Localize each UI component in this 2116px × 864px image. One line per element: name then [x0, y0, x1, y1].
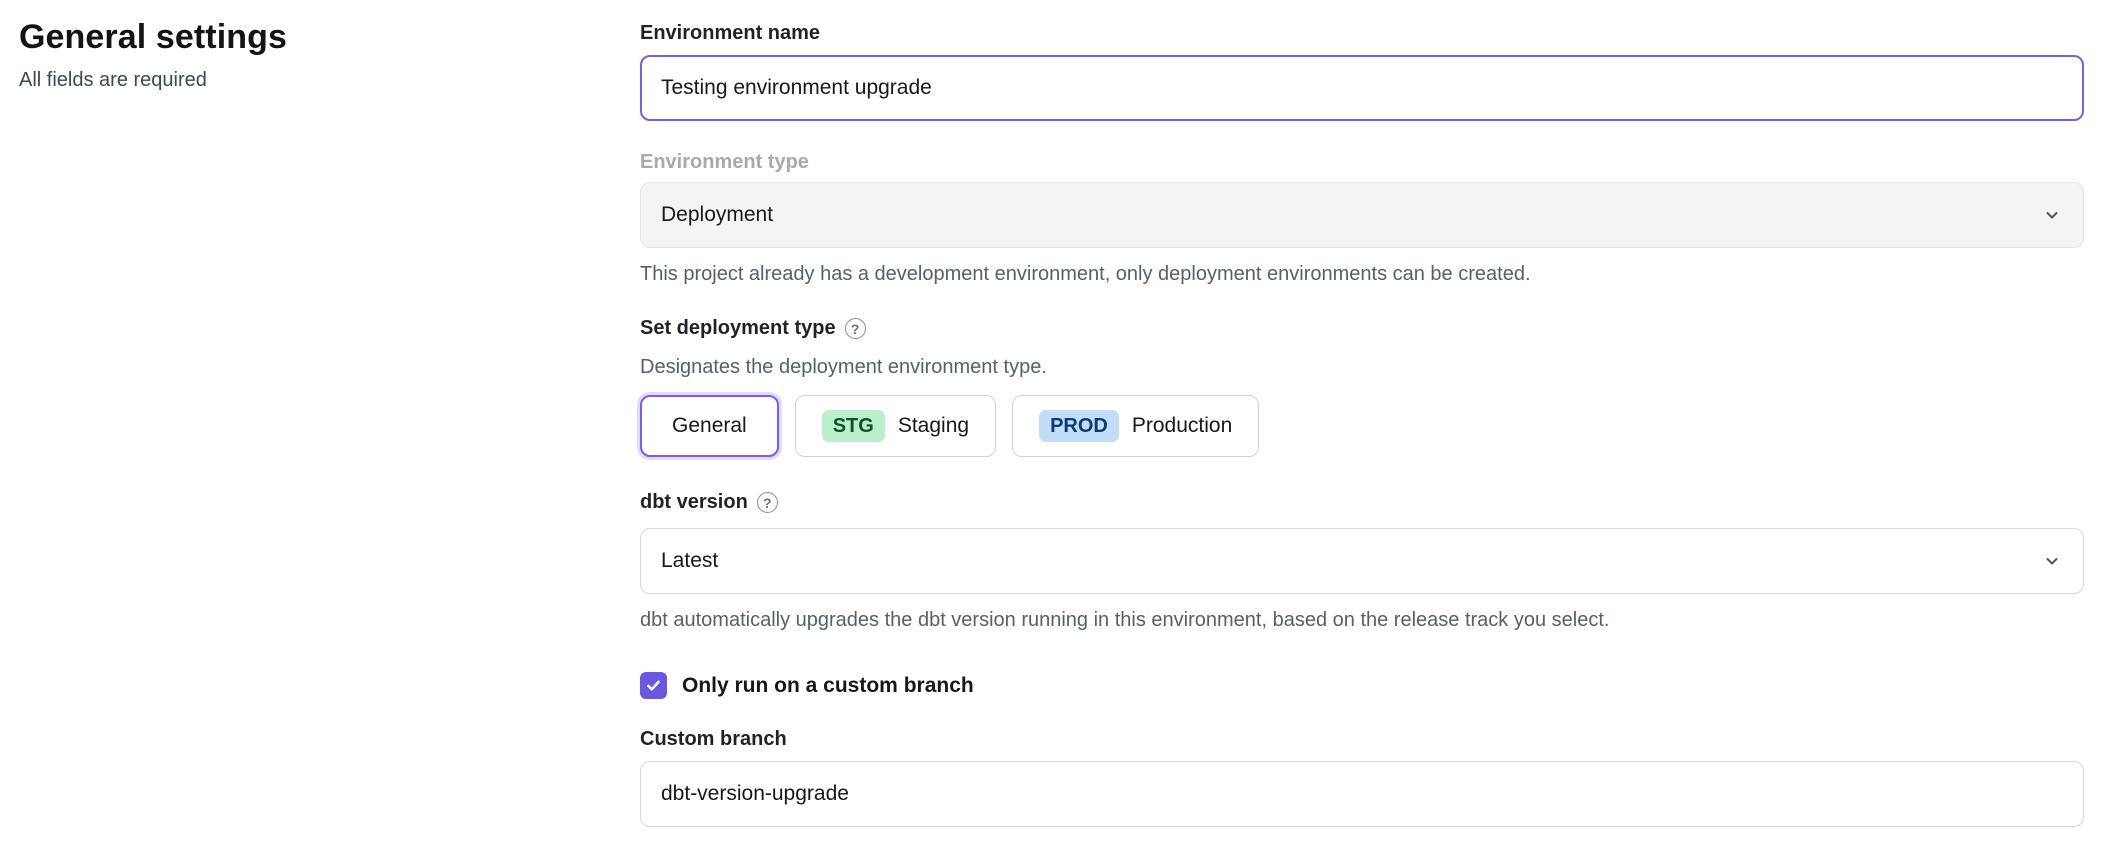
- chevron-down-icon: [2041, 204, 2063, 226]
- environment-name-label: Environment name: [640, 20, 2084, 47]
- deployment-type-general-label: General: [672, 414, 747, 438]
- deployment-type-production-label: Production: [1132, 414, 1232, 438]
- staging-badge: STG: [822, 410, 885, 442]
- custom-branch-checkbox-label: Only run on a custom branch: [682, 674, 974, 698]
- help-icon[interactable]: ?: [757, 492, 778, 513]
- deployment-type-production-button[interactable]: PROD Production: [1012, 395, 1259, 457]
- deployment-type-label: Set deployment type ?: [640, 315, 2084, 342]
- deployment-type-general-button[interactable]: General: [640, 395, 779, 457]
- dbt-version-label: dbt version ?: [640, 489, 2084, 516]
- environment-type-label: Environment type: [640, 149, 2084, 176]
- deployment-type-helper: Designates the deployment environment ty…: [640, 354, 2084, 381]
- settings-form: Environment name Environment type Deploy…: [640, 20, 2084, 827]
- production-badge: PROD: [1039, 410, 1119, 442]
- chevron-down-icon: [2041, 550, 2063, 572]
- environment-type-helper: This project already has a development e…: [640, 261, 2084, 288]
- environment-name-input[interactable]: [640, 55, 2084, 121]
- page-title: General settings: [19, 18, 579, 57]
- custom-branch-checkbox[interactable]: [640, 672, 667, 699]
- dbt-version-helper: dbt automatically upgrades the dbt versi…: [640, 607, 2084, 634]
- check-icon: [645, 677, 662, 694]
- environment-type-select[interactable]: Deployment: [640, 182, 2084, 248]
- page-subtitle: All fields are required: [19, 69, 579, 92]
- custom-branch-checkbox-row: Only run on a custom branch: [640, 672, 2084, 699]
- deployment-type-staging-label: Staging: [898, 414, 969, 438]
- custom-branch-input[interactable]: [640, 761, 2084, 827]
- custom-branch-label: Custom branch: [640, 726, 2084, 753]
- dbt-version-select[interactable]: Latest: [640, 528, 2084, 594]
- deployment-type-staging-button[interactable]: STG Staging: [795, 395, 996, 457]
- page-header: General settings All fields are required: [19, 18, 579, 92]
- deployment-type-options: General STG Staging PROD Production: [640, 395, 2084, 457]
- dbt-version-value: Latest: [661, 549, 718, 573]
- environment-type-value: Deployment: [661, 203, 773, 227]
- help-icon[interactable]: ?: [845, 318, 866, 339]
